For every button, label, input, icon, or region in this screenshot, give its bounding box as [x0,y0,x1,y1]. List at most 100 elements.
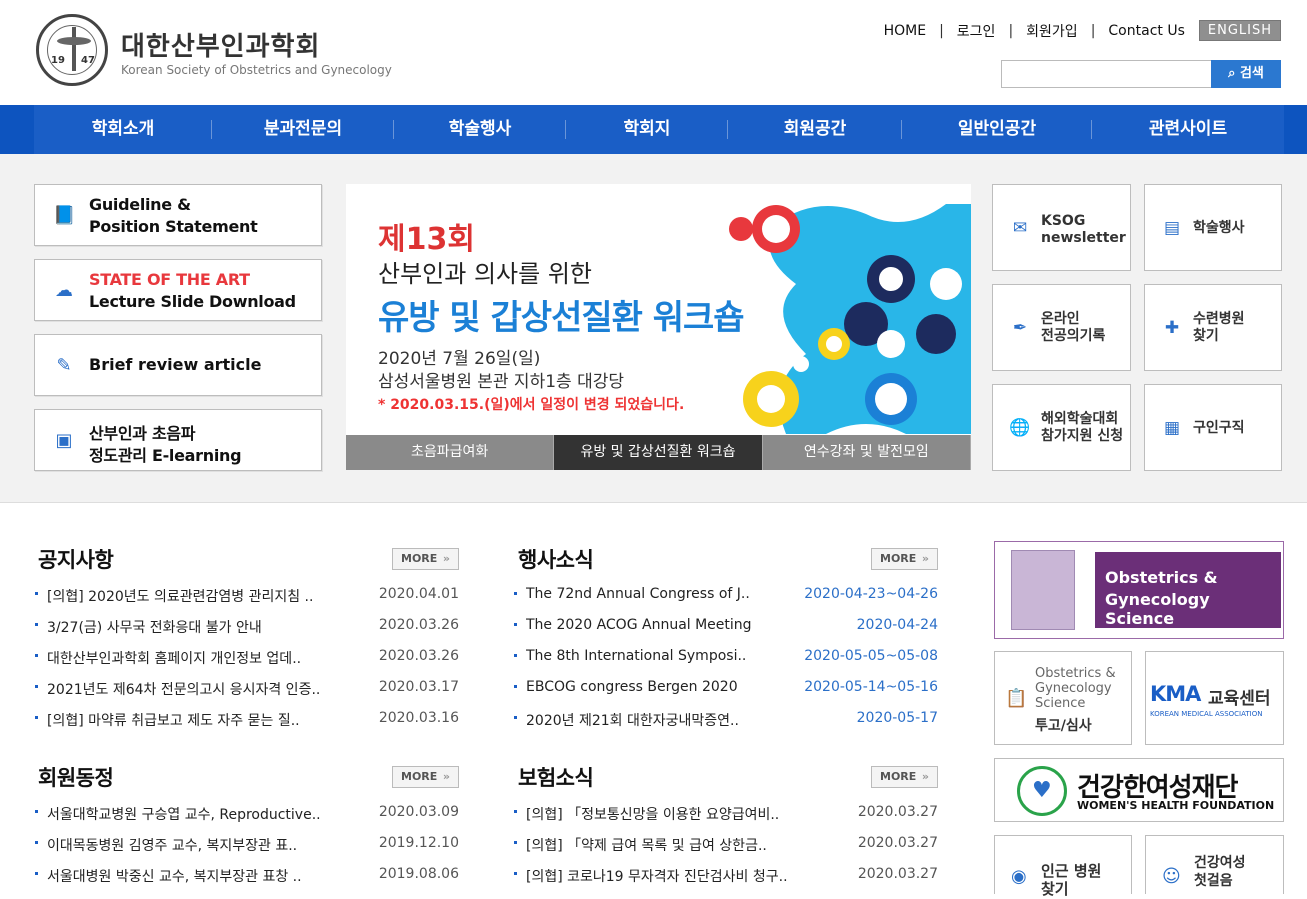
list-item[interactable]: 이대목동병원 김영주 교수, 복지부장관 표.. 2019.12.10 [35,835,459,866]
foundation-logo: ♥ [1017,766,1067,816]
lecture-line1: STATE OF THE ART [89,270,250,289]
guideline-line1: Guideline & [89,195,191,214]
resident-record-button[interactable]: ✒ 온라인 전공의기록 [992,284,1131,371]
list-item[interactable]: [의협] 「정보통신망을 이용한 요양급여비.. 2020.03.27 [514,804,938,835]
first-step-line1: 건강여성 [1194,855,1246,871]
double-chevron-icon: » [921,552,929,565]
list-item[interactable]: 3/27(금) 사무국 전화응대 불가 안내 2020.03.26 [35,617,459,648]
ogs-submission-button[interactable]: 📋 Obstetrics & Gynecology Science 투고/심사 [994,651,1132,745]
nav-item-about[interactable]: 학회소개 [34,105,212,154]
item-date: 2020-05-05~05-08 [804,648,938,664]
training-hospital-line1: 수련병원 [1193,311,1245,327]
banner-tab-training[interactable]: 연수강좌 및 발전모임 [762,435,971,470]
nav-item-subspecialty[interactable]: 분과전문의 [212,105,394,154]
newsletter-button[interactable]: ✉ KSOG newsletter [992,184,1131,271]
main-nav: 학회소개 분과전문의 학술행사 학회지 회원공간 일반인공간 관련사이트 [0,105,1307,154]
emblem-wings [57,37,91,45]
list-item[interactable]: 대한산부인과학회 홈페이지 개인정보 업데.. 2020.03.26 [35,648,459,679]
nav-item-public-space[interactable]: 일반인공간 [902,105,1092,154]
brief-review-button[interactable]: ✎ Brief review article [34,334,322,396]
divider: | [1008,22,1014,39]
list-item[interactable]: 2020년 제21회 대한자궁내막증연.. 2020-05-17 [514,710,938,741]
society-emblem-logo[interactable]: 19 47 [36,14,108,86]
ogs-journal-banner[interactable]: Obstetrics & Gynecology Science [994,541,1284,639]
item-date: 2020-05-14~05-16 [804,679,938,695]
item-date: 2020-04-23~04-26 [804,586,938,602]
search-button-label: 검색 [1239,66,1264,81]
list-item[interactable]: [의협] 코로나19 무자격자 진단검사비 청구.. 2020.03.27 [514,866,938,897]
kma-education-banner[interactable]: KMA 교육센터 KOREAN MEDICAL ASSOCIATION [1145,651,1284,745]
guideline-button[interactable]: 📘 Guideline & Position Statement [34,184,322,246]
main-banner[interactable]: 제13회 산부인과 의사를 위한 유방 및 갑상선질환 워크숍 2020년 7월… [346,184,971,470]
job-board-button[interactable]: ▦ 구인구직 [1144,384,1282,471]
home-link[interactable]: HOME [884,23,926,39]
list-item[interactable]: [의협] 2020년도 의료관련감염병 관리지침 .. 2020.04.01 [35,586,459,617]
bullet [514,716,517,719]
overseas-conference-button[interactable]: 🌐 해외학술대회 참가지원 신청 [992,384,1131,471]
resident-record-line2: 전공의기록 [1041,328,1106,344]
members-more-button[interactable]: MORE » [392,766,459,788]
bullet [35,716,38,719]
item-title: 서울대학교병원 구승엽 교수, Reproductive.. [47,807,321,823]
item-title: The 8th International Symposi.. [526,648,747,664]
list-item[interactable]: 서울대학교병원 구승엽 교수, Reproductive.. 2020.03.09 [35,804,459,835]
insurance-more-button[interactable]: MORE » [871,766,938,788]
nav-item-member-space[interactable]: 회원공간 [728,105,902,154]
events-more-button[interactable]: MORE » [871,548,938,570]
more-label: MORE [401,770,438,783]
search-input[interactable] [1001,60,1213,88]
brief-review-label: Brief review article [89,355,262,374]
bullet [514,841,517,844]
nav-item-academic-events[interactable]: 학술행사 [394,105,566,154]
academic-events-button[interactable]: ▤ 학술행사 [1144,184,1282,271]
banner-tabs: 초음파급여화 유방 및 갑상선질환 워크숍 연수강좌 및 발전모임 [346,435,971,470]
item-title: EBCOG congress Bergen 2020 [526,679,738,695]
english-button[interactable]: ENGLISH [1198,20,1281,41]
notices-list: [의협] 2020년도 의료관련감염병 관리지침 .. 2020.04.01 3/… [35,586,459,741]
kma-education-label: 교육센터 [1208,689,1271,709]
list-item[interactable]: The 8th International Symposi.. 2020-05-0… [514,648,938,679]
ogs-submit-line2: Gynecology [1035,681,1112,696]
lecture-slide-button[interactable]: ☁ STATE OF THE ART Lecture Slide Downloa… [34,259,322,321]
list-item[interactable]: [의협] 「약제 급여 목록 및 급여 상한금.. 2020.03.27 [514,835,938,866]
kma-logo: KMA [1150,682,1201,706]
site-header: 19 47 대한산부인과학회 Korean Society of Obstetr… [0,0,1307,105]
training-hospital-button[interactable]: ✚ 수련병원 찾기 [1144,284,1282,371]
monitor-icon: ▣ [55,430,73,451]
notices-more-button[interactable]: MORE » [392,548,459,570]
list-item[interactable]: 서울대병원 박중신 교수, 복지부장관 표창 .. 2019.08.06 [35,866,459,897]
banner-tab-workshop[interactable]: 유방 및 갑상선질환 워크숍 [554,435,763,470]
signup-link[interactable]: 회원가입 [1026,21,1078,41]
item-title: 이대목동병원 김영주 교수, 복지부장관 표.. [47,838,298,854]
map-pin-icon: ◉ [1011,866,1027,887]
healthy-women-first-step-button[interactable]: ☺ 건강여성 첫걸음 [1145,835,1284,894]
item-title: 3/27(금) 사무국 전화응대 불가 안내 [47,620,262,636]
bullet [35,685,38,688]
notices-title: 공지사항 [38,548,114,572]
divider: | [1090,22,1096,39]
org-name-korean[interactable]: 대한산부인과학회 [121,26,320,63]
login-link[interactable]: 로그인 [957,21,996,41]
list-item[interactable]: The 72nd Annual Congress of J.. 2020-04-2… [514,586,938,617]
list-item[interactable]: 2021년도 제64차 전문의고시 응시자격 인증.. 2020.03.17 [35,679,459,710]
ogs-title-line2: Gynecology Science [1105,590,1210,628]
contact-us-link[interactable]: Contact Us [1108,23,1184,39]
bullet [514,810,517,813]
guideline-line2: Position Statement [89,217,258,236]
banner-tab-ultrasound[interactable]: 초음파급여화 [346,435,555,470]
womens-health-foundation-banner[interactable]: ♥ 건강한여성재단 WOMEN'S HEALTH FOUNDATION [994,758,1284,822]
nearby-hospital-button[interactable]: ◉ 인근 병원 찾기 [994,835,1132,898]
nav-item-journal[interactable]: 학회지 [566,105,728,154]
list-item[interactable]: The 2020 ACOG Annual Meeting 2020-04-24 [514,617,938,648]
lecture-line2: Lecture Slide Download [89,292,296,311]
search-button[interactable]: ⌕ 검색 [1211,60,1281,88]
ultrasound-elearning-button[interactable]: ▣ 산부인과 초음파 정도관리 E-learning [34,409,322,471]
utility-nav: HOME | 로그인 | 회원가입 | Contact Us ENGLISH [884,20,1281,41]
training-hospital-line2: 찾기 [1193,328,1219,344]
item-date: 2020.03.09 [378,804,459,820]
list-item[interactable]: [의협] 마약류 취급보고 제도 자주 묻는 질.. 2020.03.16 [35,710,459,741]
list-item[interactable]: EBCOG congress Bergen 2020 2020-05-14~05-… [514,679,938,710]
members-list: 서울대학교병원 구승엽 교수, Reproductive.. 2020.03.09… [35,804,459,897]
nav-item-related-sites[interactable]: 관련사이트 [1092,105,1284,154]
banner-notice: * 2020.03.15.(일)에서 일정이 변경 되었습니다. [378,397,685,413]
